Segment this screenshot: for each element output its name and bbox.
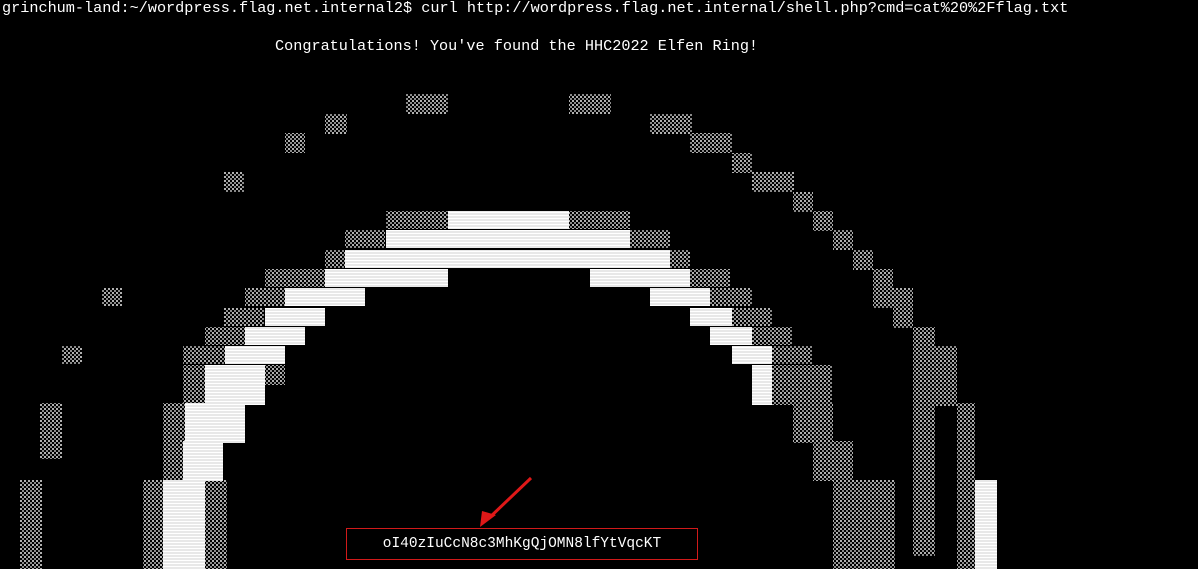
- terminal-window[interactable]: grinchum-land:~/wordpress.flag.net.inter…: [0, 0, 1198, 569]
- flag-highlight-box: oI40zIuCcN8c3MhKgQjOMN8lfYtVqcKT: [346, 528, 698, 560]
- elfen-ring-ascii-art: [20, 94, 997, 569]
- scattered-dots: [20, 94, 732, 569]
- flag-value[interactable]: oI40zIuCcN8c3MhKgQjOMN8lfYtVqcKT: [383, 536, 661, 552]
